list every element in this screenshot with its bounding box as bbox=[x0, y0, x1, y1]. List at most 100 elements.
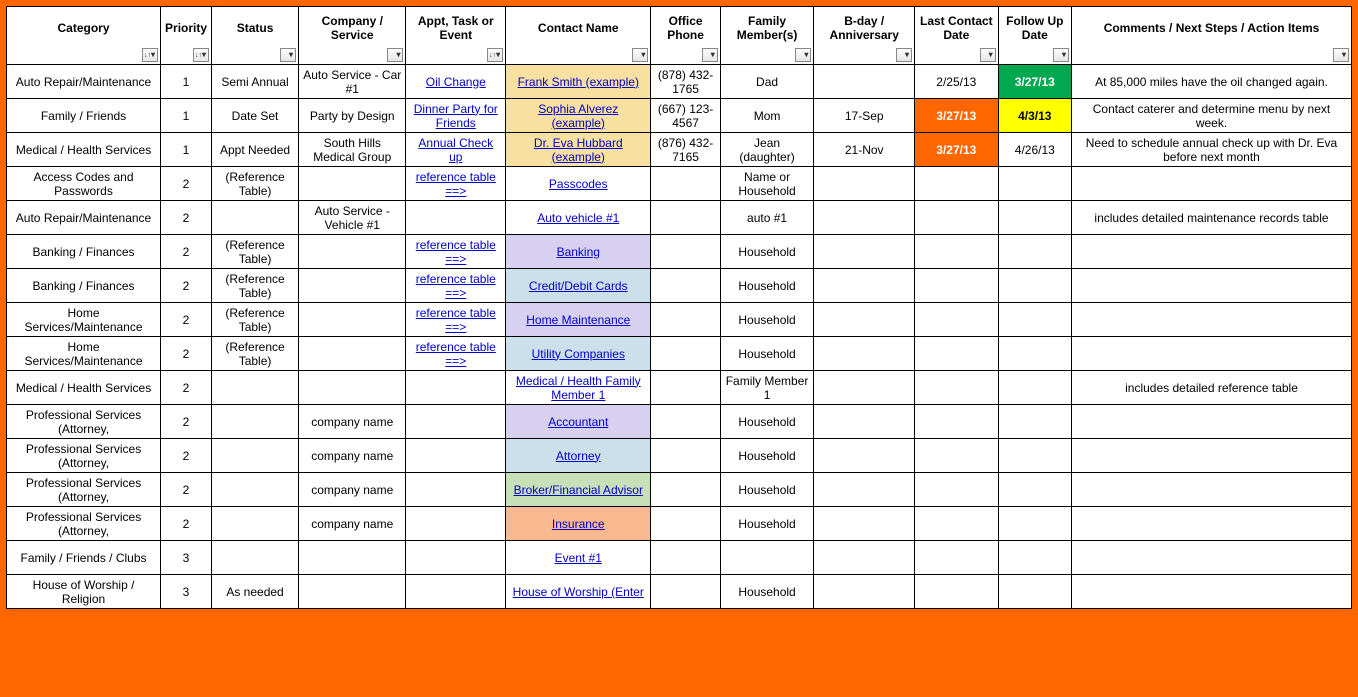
cell-task bbox=[406, 439, 506, 473]
cell-company: Auto Service - Car #1 bbox=[299, 65, 406, 99]
header-label: Follow Up Date bbox=[1003, 14, 1067, 42]
filter-dropdown-icon[interactable] bbox=[795, 48, 811, 62]
contact-link[interactable]: Frank Smith (example) bbox=[518, 75, 639, 89]
cell-comments bbox=[1072, 473, 1352, 507]
contact-link[interactable]: Home Maintenance bbox=[526, 313, 630, 327]
cell-priority: 2 bbox=[161, 235, 212, 269]
filter-dropdown-icon[interactable] bbox=[632, 48, 648, 62]
sort-filter-icon[interactable] bbox=[142, 48, 158, 62]
filter-dropdown-icon[interactable] bbox=[387, 48, 403, 62]
filter-dropdown-icon[interactable] bbox=[896, 48, 912, 62]
header-label: Status bbox=[216, 21, 294, 35]
contact-link[interactable]: Medical / Health Family Member 1 bbox=[516, 374, 641, 402]
contact-link[interactable]: Auto vehicle #1 bbox=[537, 211, 619, 225]
cell-priority: 2 bbox=[161, 507, 212, 541]
cell-follow bbox=[998, 269, 1071, 303]
cell-contact: Sophia Alverez (example) bbox=[506, 99, 651, 133]
cell-company: company name bbox=[299, 405, 406, 439]
cell-phone: (876) 432-7165 bbox=[651, 133, 720, 167]
contact-link[interactable]: Dr. Eva Hubbard (example) bbox=[534, 136, 623, 164]
cell-priority: 2 bbox=[161, 167, 212, 201]
filter-dropdown-icon[interactable] bbox=[702, 48, 718, 62]
task-link[interactable]: Oil Change bbox=[426, 75, 486, 89]
table-row: Banking / Finances2(Reference Table)refe… bbox=[7, 235, 1352, 269]
cell-priority: 2 bbox=[161, 473, 212, 507]
cell-last bbox=[915, 201, 999, 235]
filter-dropdown-icon[interactable] bbox=[280, 48, 296, 62]
task-link[interactable]: reference table ==> bbox=[416, 306, 496, 334]
cell-bday bbox=[814, 167, 915, 201]
cell-family: Mom bbox=[720, 99, 814, 133]
cell-category: House of Worship / Religion bbox=[7, 575, 161, 609]
contact-link[interactable]: Utility Companies bbox=[532, 347, 625, 361]
contact-link[interactable]: House of Worship (Enter bbox=[513, 585, 644, 599]
cell-family: Jean (daughter) bbox=[720, 133, 814, 167]
contact-link[interactable]: Passcodes bbox=[549, 177, 608, 191]
contact-link[interactable]: Accountant bbox=[548, 415, 608, 429]
task-link[interactable]: reference table ==> bbox=[416, 272, 496, 300]
sort-filter-icon[interactable] bbox=[193, 48, 209, 62]
column-header: Office Phone bbox=[651, 7, 720, 65]
contact-link[interactable]: Banking bbox=[557, 245, 600, 259]
header-label: Category bbox=[11, 21, 156, 35]
cell-task: reference table ==> bbox=[406, 269, 506, 303]
cell-category: Banking / Finances bbox=[7, 269, 161, 303]
contact-link[interactable]: Sophia Alverez (example) bbox=[538, 102, 618, 130]
contact-link[interactable]: Insurance bbox=[552, 517, 605, 531]
cell-company bbox=[299, 167, 406, 201]
cell-comments bbox=[1072, 235, 1352, 269]
cell-contact: Attorney bbox=[506, 439, 651, 473]
task-link[interactable]: Annual Check up bbox=[418, 136, 493, 164]
cell-comments bbox=[1072, 507, 1352, 541]
column-header: Comments / Next Steps / Action Items bbox=[1072, 7, 1352, 65]
cell-company bbox=[299, 575, 406, 609]
cell-task bbox=[406, 201, 506, 235]
header-label: Last Contact Date bbox=[919, 14, 994, 42]
cell-status bbox=[212, 201, 299, 235]
contact-link[interactable]: Broker/Financial Advisor bbox=[514, 483, 643, 497]
column-header: Category bbox=[7, 7, 161, 65]
header-label: Appt, Task or Event bbox=[410, 14, 501, 42]
filter-dropdown-icon[interactable] bbox=[980, 48, 996, 62]
cell-status: (Reference Table) bbox=[212, 303, 299, 337]
header-label: Contact Name bbox=[510, 21, 646, 35]
cell-category: Home Services/Maintenance bbox=[7, 337, 161, 371]
cell-family: Household bbox=[720, 507, 814, 541]
cell-follow bbox=[998, 235, 1071, 269]
task-link[interactable]: reference table ==> bbox=[416, 238, 496, 266]
cell-category: Access Codes and Passwords bbox=[7, 167, 161, 201]
task-link[interactable]: reference table ==> bbox=[416, 170, 496, 198]
cell-phone bbox=[651, 371, 720, 405]
filter-dropdown-icon[interactable] bbox=[1053, 48, 1069, 62]
cell-task bbox=[406, 405, 506, 439]
sort-filter-icon[interactable] bbox=[487, 48, 503, 62]
task-link[interactable]: Dinner Party for Friends bbox=[414, 102, 498, 130]
cell-contact: Accountant bbox=[506, 405, 651, 439]
cell-comments bbox=[1072, 405, 1352, 439]
cell-bday: 21-Nov bbox=[814, 133, 915, 167]
column-header: Status bbox=[212, 7, 299, 65]
contact-link[interactable]: Event #1 bbox=[555, 551, 602, 565]
cell-status: Date Set bbox=[212, 99, 299, 133]
cell-task bbox=[406, 371, 506, 405]
task-link[interactable]: reference table ==> bbox=[416, 340, 496, 368]
cell-category: Auto Repair/Maintenance bbox=[7, 65, 161, 99]
cell-last: 3/27/13 bbox=[915, 133, 999, 167]
contact-link[interactable]: Attorney bbox=[556, 449, 601, 463]
table-row: House of Worship / Religion3As neededHou… bbox=[7, 575, 1352, 609]
cell-family: Household bbox=[720, 473, 814, 507]
cell-phone bbox=[651, 167, 720, 201]
contact-link[interactable]: Credit/Debit Cards bbox=[529, 279, 628, 293]
table-row: Professional Services (Attorney,2company… bbox=[7, 405, 1352, 439]
cell-task bbox=[406, 473, 506, 507]
filter-dropdown-icon[interactable] bbox=[1333, 48, 1349, 62]
cell-bday bbox=[814, 439, 915, 473]
cell-task bbox=[406, 507, 506, 541]
cell-comments: includes detailed reference table bbox=[1072, 371, 1352, 405]
cell-last: 2/25/13 bbox=[915, 65, 999, 99]
cell-priority: 2 bbox=[161, 405, 212, 439]
cell-status: Appt Needed bbox=[212, 133, 299, 167]
cell-phone bbox=[651, 473, 720, 507]
cell-contact: Utility Companies bbox=[506, 337, 651, 371]
cell-family: Household bbox=[720, 269, 814, 303]
